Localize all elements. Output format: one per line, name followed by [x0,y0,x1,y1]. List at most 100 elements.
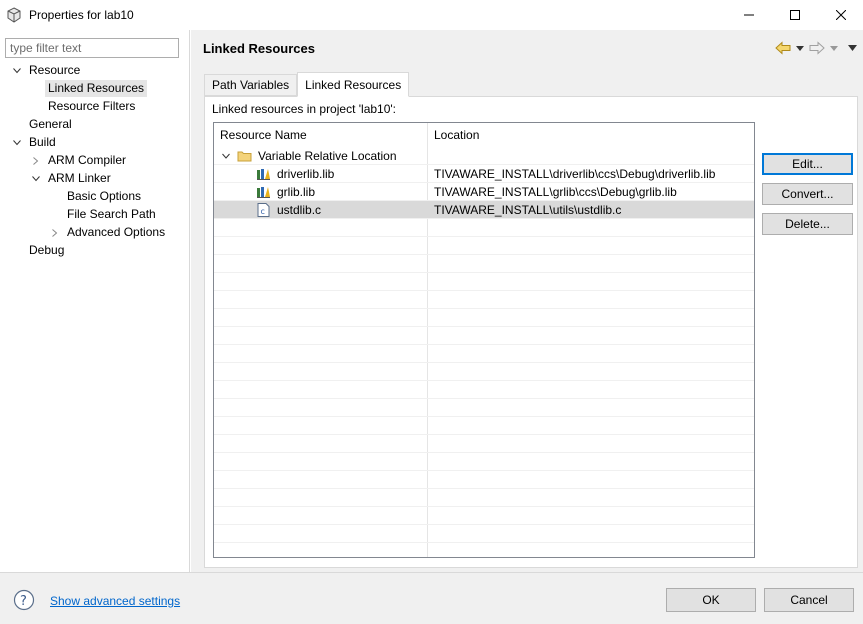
window-title: Properties for lab10 [29,8,134,22]
table-row[interactable]: driverlib.lib TIVAWARE_INSTALL\driverlib… [214,165,754,183]
empty-table-row [214,435,754,453]
delete-button[interactable]: Delete... [762,213,853,235]
tree-item-build[interactable]: Build [8,134,59,151]
convert-button[interactable]: Convert... [762,183,853,205]
tree-item-label: Debug [29,243,65,257]
view-menu-icon[interactable] [847,40,857,56]
empty-table-row [214,327,754,345]
linked-resources-table[interactable]: Resource Name Location Variable Relative… [213,122,755,558]
empty-table-row [214,363,754,381]
svg-text:c: c [261,207,265,216]
history-navigation [775,40,857,56]
table-caption: Linked resources in project 'lab10': [212,102,397,116]
empty-table-row [214,417,754,435]
dialog-footer: ? Show advanced settings OK Cancel [0,572,863,624]
empty-table-row [214,525,754,543]
show-advanced-settings-link[interactable]: Show advanced settings [50,594,180,608]
tree-item-resource[interactable]: Resource [8,62,83,79]
empty-table-row [214,345,754,363]
filter-input[interactable] [5,38,179,58]
column-header-location[interactable]: Location [428,123,479,147]
tree-item-debug[interactable]: Debug [26,242,67,259]
chevron-right-icon[interactable] [50,224,60,241]
empty-table-row [214,453,754,471]
tree-item-linked-resources[interactable]: Linked Resources [45,80,148,97]
maximize-button[interactable] [772,0,818,30]
tree-item-label: General [29,117,72,131]
page-title: Linked Resources [203,41,315,56]
resource-name: driverlib.lib [277,167,335,181]
empty-table-row [214,507,754,525]
tree-item-label: ARM Linker [48,171,111,185]
table-row[interactable]: grlib.lib TIVAWARE_INSTALL\grlib\ccs\Deb… [214,183,754,201]
empty-table-row [214,489,754,507]
tree-item-file-search-path[interactable]: File Search Path [64,206,159,223]
tree-item-label: Basic Options [67,189,142,203]
maximize-icon [790,10,800,20]
properties-page: Linked Resources Path Variables Linked R… [191,30,863,572]
tree-item-basic-options[interactable]: Basic Options [64,188,144,205]
empty-table-row [214,471,754,489]
empty-table-row [214,291,754,309]
empty-table-row [214,237,754,255]
minimize-button[interactable] [726,0,772,30]
library-file-icon [256,165,272,183]
tree-item-label: ARM Compiler [48,153,127,167]
resource-location: TIVAWARE_INSTALL\driverlib\ccs\Debug\dri… [434,167,716,181]
tree-item-label: Build [29,135,56,149]
tree-item-label: Advanced Options [67,225,166,239]
tree-item-arm-linker[interactable]: ARM Linker [27,170,114,187]
back-arrow-icon[interactable] [775,40,791,56]
tree-item-label: Resource [29,63,81,77]
chevron-down-icon[interactable] [12,62,22,79]
group-label: Variable Relative Location [258,149,397,163]
empty-table-row [214,309,754,327]
empty-table-row [214,273,754,291]
tab-path-variables[interactable]: Path Variables [204,74,298,96]
close-button[interactable] [818,0,863,30]
table-row[interactable]: Variable Relative Location [214,147,754,165]
tree-item-resource-filters[interactable]: Resource Filters [45,98,138,115]
back-dropdown-icon[interactable] [795,40,805,56]
chevron-down-icon[interactable] [31,170,41,187]
forward-dropdown-icon[interactable] [829,40,839,56]
minimize-icon [744,14,754,16]
tab-content: Linked resources in project 'lab10': Res… [204,96,858,568]
empty-table-row [214,255,754,273]
empty-table-row [214,399,754,417]
c-source-file-icon: c [256,201,272,219]
svg-text:?: ? [20,594,27,609]
title-bar: Properties for lab10 [0,0,863,30]
empty-table-row [214,381,754,399]
table-row-selected[interactable]: c ustdlib.c TIVAWARE_INSTALL\utils\ustdl… [214,201,754,219]
folder-icon [237,147,253,165]
column-header-resource-name[interactable]: Resource Name [214,123,307,147]
cancel-button[interactable]: Cancel [764,588,854,612]
resource-name: grlib.lib [277,185,316,199]
edit-button[interactable]: Edit... [762,153,853,175]
sidebar: Resource Linked Resources Resource Filte… [0,30,190,572]
library-file-icon [256,183,272,201]
chevron-down-icon[interactable] [12,134,22,151]
tree-item-general[interactable]: General [26,116,75,133]
resource-location: TIVAWARE_INSTALL\utils\ustdlib.c [434,203,622,217]
help-icon[interactable]: ? [13,589,35,611]
tree-item-label: File Search Path [67,207,156,221]
page-header: Linked Resources [191,30,863,66]
close-icon [836,10,846,20]
tree-item-arm-compiler[interactable]: ARM Compiler [27,152,129,169]
tree-item-label: Linked Resources [45,80,148,97]
properties-app-icon [6,7,22,23]
table-header: Resource Name Location [214,123,754,147]
tab-linked-resources[interactable]: Linked Resources [297,72,410,97]
empty-table-row [214,219,754,237]
chevron-down-icon[interactable] [222,147,232,165]
chevron-right-icon[interactable] [31,152,41,169]
forward-arrow-icon[interactable] [809,40,825,56]
tree-item-advanced-options[interactable]: Advanced Options [46,224,168,241]
resource-location: TIVAWARE_INSTALL\grlib\ccs\Debug\grlib.l… [434,185,677,199]
tab-bar: Path Variables Linked Resources [204,72,410,97]
resource-name: ustdlib.c [277,203,322,217]
ok-button[interactable]: OK [666,588,756,612]
tree-item-label: Resource Filters [48,99,136,113]
